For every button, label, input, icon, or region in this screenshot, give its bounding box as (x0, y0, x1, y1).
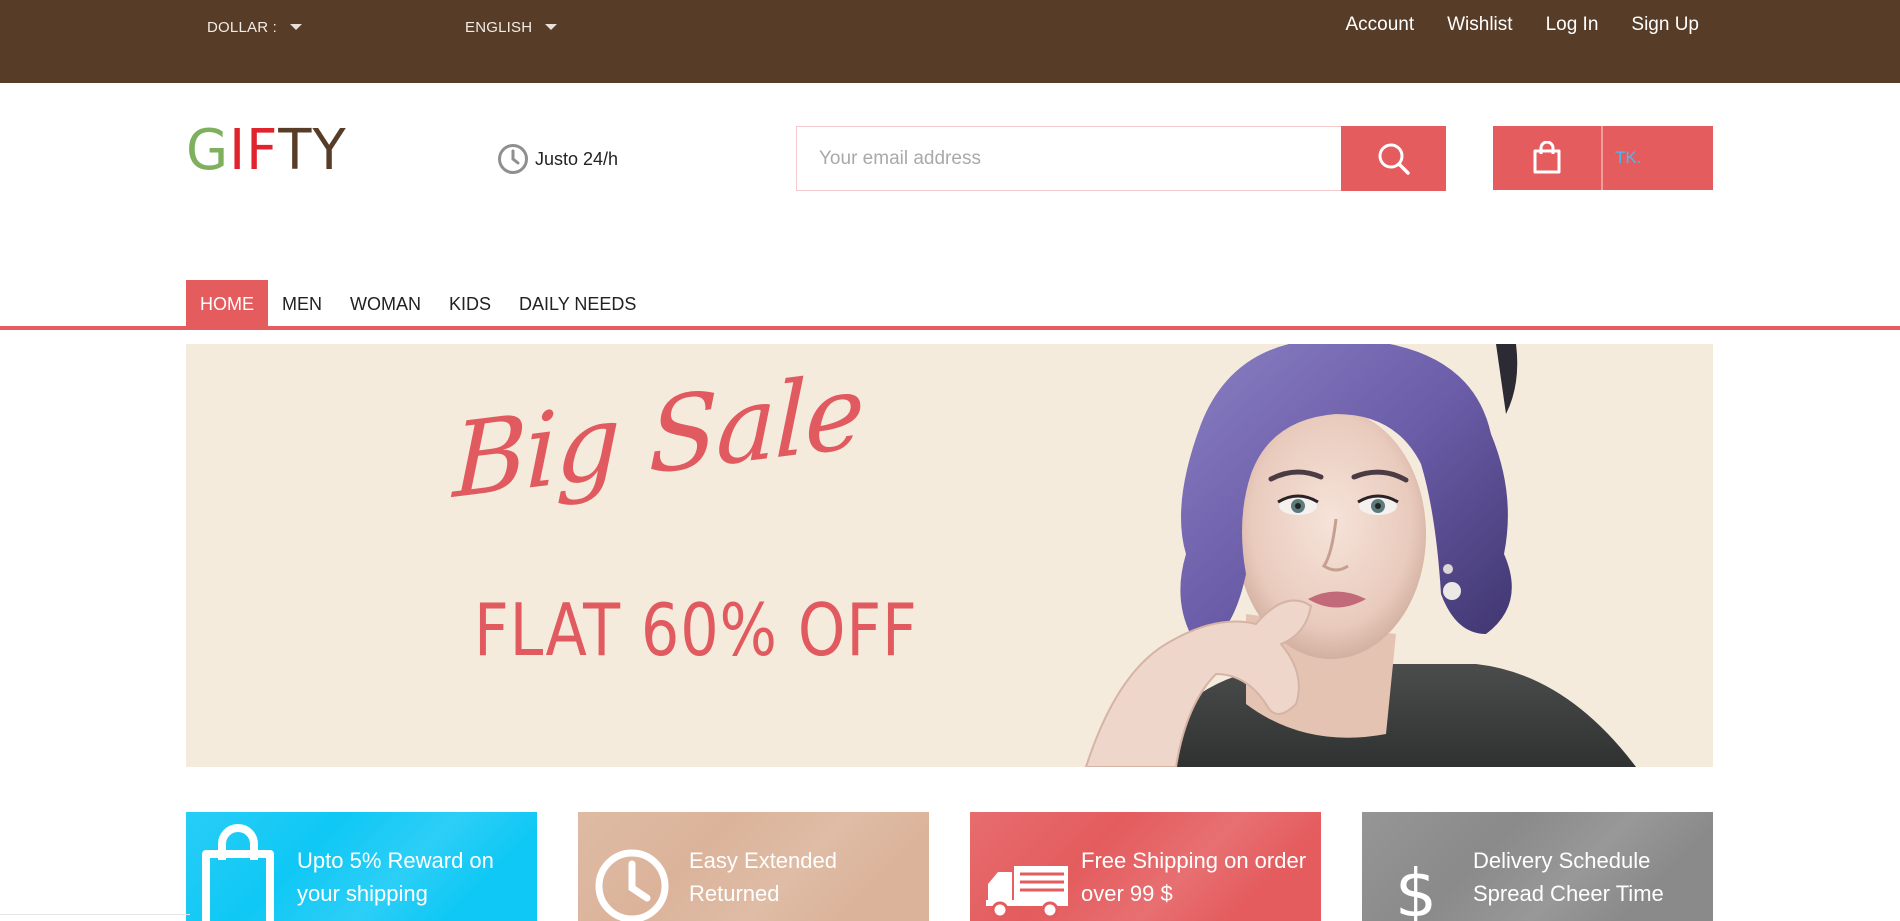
cart-divider (1601, 126, 1603, 190)
hero-banner[interactable]: Big Sale FLAT 60% OFF (186, 344, 1713, 767)
feature-text: Easy Extended Returned (689, 844, 929, 910)
feature-line: your shipping (297, 881, 428, 906)
nav-underline (0, 326, 1900, 330)
language-label: ENGLISH (465, 18, 533, 36)
cart-bag (1493, 126, 1601, 190)
feature-delivery[interactable]: $ Delivery Schedule Spread Cheer Time (1362, 812, 1713, 921)
feature-text: Free Shipping on order over 99 $ (1081, 844, 1321, 910)
chevron-down-icon (289, 24, 302, 30)
opening-hours: Justo 24/h (497, 143, 618, 175)
logo-letter: G (186, 118, 230, 183)
currency-selector[interactable]: DOLLAR : (207, 17, 302, 37)
nav-item-woman[interactable]: WOMAN (336, 280, 435, 328)
feature-reward[interactable]: Upto 5% Reward on your shipping (186, 812, 537, 921)
logo-letter: T (278, 118, 313, 183)
feature-line: Easy Extended (689, 848, 837, 873)
feature-returns[interactable]: Easy Extended Returned (578, 812, 929, 921)
nav-item-kids[interactable]: KIDS (435, 280, 505, 328)
feature-line: Returned (689, 881, 780, 906)
language-selector[interactable]: ENGLISH (465, 17, 558, 37)
dollar-icon: $ (1376, 824, 1456, 921)
feature-line: Upto 5% Reward on (297, 848, 494, 873)
truck-icon (984, 824, 1070, 921)
nav-item-daily-needs[interactable]: DAILY NEEDS (505, 280, 650, 328)
feature-line: Delivery Schedule (1473, 848, 1651, 873)
model-portrait-image (1084, 344, 1636, 767)
cart-total: TK. (1615, 148, 1642, 167)
feature-shipping[interactable]: Free Shipping on order over 99 $ (970, 812, 1321, 921)
login-link[interactable]: Log In (1546, 14, 1599, 36)
shopping-bag-icon (200, 824, 280, 921)
logo-letter: I (229, 118, 247, 183)
site-logo[interactable]: GIFTY (186, 121, 347, 181)
main-nav: HOME MEN WOMAN KIDS DAILY NEEDS (186, 280, 650, 328)
shopping-bag-icon (1533, 141, 1561, 174)
nav-item-home[interactable]: HOME (186, 280, 268, 328)
logo-letter: Y (312, 118, 347, 183)
banner-offer: FLAT 60% OFF (474, 588, 918, 672)
feature-text: Delivery Schedule Spread Cheer Time (1473, 844, 1713, 910)
feature-line: Free Shipping on order (1081, 848, 1307, 873)
feature-line: Spread Cheer Time (1473, 881, 1664, 906)
clock-icon (592, 824, 672, 921)
account-links: Account Wishlist Log In Sign Up (1312, 14, 1699, 36)
signup-link[interactable]: Sign Up (1631, 14, 1699, 36)
chevron-down-icon (545, 24, 558, 30)
nav-item-men[interactable]: MEN (268, 280, 336, 328)
search-form (796, 126, 1446, 191)
clock-icon (498, 144, 528, 174)
top-bar: DOLLAR : ENGLISH Account Wishlist Log In… (0, 0, 1900, 83)
logo-letter: F (246, 118, 279, 183)
divider (0, 914, 190, 915)
search-button[interactable] (1341, 126, 1446, 191)
cart-button[interactable]: TK. (1493, 126, 1713, 190)
feature-line: over 99 $ (1081, 881, 1173, 906)
svg-text:$: $ (1395, 855, 1437, 921)
currency-label: DOLLAR : (207, 18, 277, 36)
search-input[interactable] (796, 126, 1341, 191)
search-icon (1378, 143, 1410, 175)
account-link[interactable]: Account (1345, 14, 1414, 36)
feature-text: Upto 5% Reward on your shipping (297, 844, 537, 910)
hours-text: Justo 24/h (535, 148, 619, 169)
wishlist-link[interactable]: Wishlist (1447, 14, 1512, 36)
